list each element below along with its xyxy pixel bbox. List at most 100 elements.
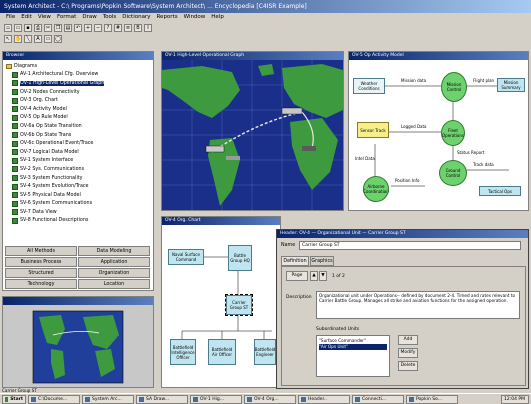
subordinated-list[interactable]: "Surface Commander" "Air Ops Unit" xyxy=(316,335,390,377)
taskbar-item[interactable]: Popkin So... xyxy=(406,395,458,404)
taskbar-item[interactable]: Connecti... xyxy=(352,395,404,404)
align-icon[interactable]: ≡ xyxy=(124,23,132,32)
overview-map[interactable] xyxy=(3,305,153,387)
org-box-naval-surface[interactable]: Naval Surface Command xyxy=(168,249,204,265)
new-icon[interactable]: ▫ xyxy=(4,23,12,32)
page-up-icon[interactable]: ▲ xyxy=(310,271,318,281)
undo-icon[interactable]: ↶ xyxy=(74,23,82,32)
menu-edit[interactable]: Edit xyxy=(21,14,32,21)
open-icon[interactable]: ▭ xyxy=(14,23,22,32)
flow-node-fleet-ops[interactable]: Fleet Operations xyxy=(441,120,465,146)
tree-item[interactable]: OV-2 Nodes Connectivity xyxy=(6,88,150,97)
tree-item[interactable]: OV-7 Logical Data Model xyxy=(6,148,150,157)
standard-toolbar: ▫ ▭ ▪ ⎙ ✂ ❐ ▤ ↶ + − ? # ≡ B I xyxy=(0,22,531,33)
pointer-icon[interactable]: ↖ xyxy=(4,34,12,43)
zoom-in-icon[interactable]: + xyxy=(84,23,92,32)
tab-application[interactable]: Application xyxy=(78,257,150,267)
page-down-icon[interactable]: ▼ xyxy=(319,271,327,281)
flow-node-ground-control[interactable]: Ground Control xyxy=(439,160,467,186)
menu-tools[interactable]: Tools xyxy=(103,14,117,21)
tab-location[interactable]: Location xyxy=(78,279,150,289)
tab-business-process[interactable]: Business Process xyxy=(5,257,77,267)
menu-view[interactable]: View xyxy=(38,14,51,21)
ellipse-icon[interactable]: ◯ xyxy=(54,34,62,43)
tree-item[interactable]: AV-1 Architectural Cfg. Overview xyxy=(6,71,150,80)
menu-help[interactable]: Help xyxy=(211,14,224,21)
org-box-battle-group[interactable]: Battle Group HQ xyxy=(228,245,252,271)
modify-button[interactable]: Modify xyxy=(398,348,418,358)
taskbar-item[interactable]: OV-4 Org... xyxy=(244,395,296,404)
tree-item[interactable]: SV-3 System Functionality xyxy=(6,174,150,183)
paste-icon[interactable]: ▤ xyxy=(64,23,72,32)
print-icon[interactable]: ⎙ xyxy=(34,23,42,32)
org-box-carrier-group[interactable]: Carrier Group ST xyxy=(225,294,253,316)
grid-icon[interactable]: # xyxy=(114,23,122,32)
taskbar-item[interactable]: System Arc... xyxy=(82,395,134,404)
delete-button[interactable]: Delete xyxy=(398,361,418,371)
tree-item[interactable]: OV-4 Activity Model xyxy=(6,105,150,114)
tree-item[interactable]: SV-2 Sys. Communications xyxy=(6,165,150,174)
tab-technology[interactable]: Technology xyxy=(5,279,77,289)
italic-icon[interactable]: I xyxy=(144,23,152,32)
flow-box-tactical[interactable]: Tactical Ops xyxy=(479,186,521,196)
flow-box-weather[interactable]: Weather Conditions xyxy=(353,78,385,94)
tab-organization[interactable]: Organization xyxy=(78,268,150,278)
org-box-air-officer[interactable]: Battlefield Air Officer xyxy=(208,339,236,365)
bold-icon[interactable]: B xyxy=(134,23,142,32)
taskbar-item[interactable]: C:\Docume... xyxy=(28,395,80,404)
tree-root[interactable]: Diagrams xyxy=(6,62,150,71)
menu-draw[interactable]: Draw xyxy=(82,14,96,21)
menu-dictionary[interactable]: Dictionary xyxy=(122,14,150,21)
name-field[interactable]: Carrier Group ST xyxy=(299,241,521,250)
hand-icon[interactable]: ✋ xyxy=(14,34,22,43)
overview-panel xyxy=(2,296,154,388)
tree-item[interactable]: OV-1 High-Level Operational Graph xyxy=(6,79,150,88)
tree-item[interactable]: OV-6b Op State Trans xyxy=(6,131,150,140)
tree-item[interactable]: SV-7 Data View xyxy=(6,208,150,217)
flow-node-airborne[interactable]: Airborne Coordination xyxy=(363,176,389,202)
flow-box-summary[interactable]: Mission Summary xyxy=(497,78,525,92)
list-item-selected[interactable]: "Air Ops Unit" xyxy=(319,344,387,350)
page-button[interactable]: Page xyxy=(286,271,308,281)
tab-all-methods[interactable]: All Methods xyxy=(5,246,77,256)
tree-item[interactable]: SV-4 System Evolution/Trace xyxy=(6,182,150,191)
tree-item[interactable]: SV-6 System Communications xyxy=(6,200,150,209)
flow-node-mission-control[interactable]: Mission Control xyxy=(441,72,467,102)
rectangle-icon[interactable]: ▭ xyxy=(44,34,52,43)
menu-reports[interactable]: Reports xyxy=(156,14,177,21)
add-button[interactable]: Add xyxy=(398,335,418,345)
save-icon[interactable]: ▪ xyxy=(24,23,32,32)
org-box-engineer[interactable]: Battlefield Engineer xyxy=(254,339,276,365)
start-button[interactable]: Start xyxy=(2,395,26,404)
copy-icon[interactable]: ❐ xyxy=(54,23,62,32)
tree-item[interactable]: OV-6c Operational Event/Trace xyxy=(6,139,150,148)
tree-item[interactable]: SV-1 System Interface xyxy=(6,157,150,166)
tab-data-modeling[interactable]: Data Modeling xyxy=(78,246,150,256)
world-map[interactable] xyxy=(162,60,343,210)
tab-graphics[interactable]: Graphics xyxy=(310,256,334,266)
menu-window[interactable]: Window xyxy=(184,14,206,21)
diagram-icon xyxy=(12,71,18,78)
map-window-title: OV-1 High-Level Operational Graph xyxy=(162,52,343,60)
tree-item[interactable]: SV-5 Physical Data Model xyxy=(6,191,150,200)
tab-structured[interactable]: Structured xyxy=(5,268,77,278)
line-icon[interactable]: ╲ xyxy=(24,34,32,43)
diagram-icon xyxy=(12,217,18,224)
text-icon[interactable]: A xyxy=(34,34,42,43)
menu-file[interactable]: File xyxy=(6,14,15,21)
org-box-intel-officer[interactable]: Battlefield Intelligence Officer xyxy=(170,339,196,365)
zoom-out-icon[interactable]: − xyxy=(94,23,102,32)
tree-item[interactable]: OV-3 Org. Chart xyxy=(6,96,150,105)
taskbar-item[interactable]: OV-1 Hig... xyxy=(190,395,242,404)
menu-format[interactable]: Format xyxy=(57,14,76,21)
flow-box-sensor[interactable]: Sensor Track xyxy=(357,122,389,138)
tab-definition[interactable]: Definition xyxy=(281,256,309,266)
tree-item[interactable]: SV-8 Functional Descriptions xyxy=(6,217,150,226)
help-icon[interactable]: ? xyxy=(104,23,112,32)
taskbar-item[interactable]: Header.. xyxy=(298,395,350,404)
description-field[interactable]: Organizational unit under Operations-- d… xyxy=(316,291,520,319)
tree-item[interactable]: OV-5 Op Rule Model xyxy=(6,114,150,123)
tree-item[interactable]: OV-6a Op State Transition xyxy=(6,122,150,131)
taskbar-item[interactable]: SA Draw... xyxy=(136,395,188,404)
cut-icon[interactable]: ✂ xyxy=(44,23,52,32)
